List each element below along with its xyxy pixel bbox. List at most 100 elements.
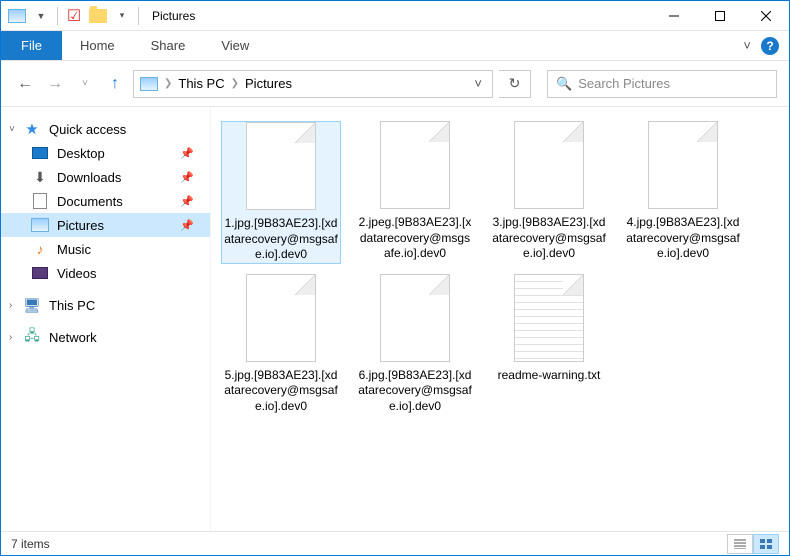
documents-icon [31,192,49,210]
properties-icon[interactable]: ☑ [63,5,85,27]
sidebar-item-desktop[interactable]: Desktop 📌 [1,141,210,165]
details-icon [734,539,746,549]
network-icon: 🖧 [23,328,41,346]
file-icon [514,121,584,209]
new-folder-icon[interactable] [87,5,109,27]
text-file-icon [514,274,584,362]
sidebar-item-pictures[interactable]: Pictures 📌 [1,213,210,237]
sidebar-item-videos[interactable]: Videos [1,261,210,285]
search-icon: 🔍 [556,76,572,92]
file-icon [380,121,450,209]
sidebar-item-label: This PC [49,298,95,313]
title-bar: ▼ ☑ ▾ Pictures [1,1,789,31]
thumbnails-view-button[interactable] [753,534,779,554]
details-view-button[interactable] [727,534,753,554]
file-name: 2.jpeg.[9B83AE23].[xdatarecovery@msgsafe… [355,215,475,262]
file-icon [648,121,718,209]
file-tab[interactable]: File [1,31,62,60]
file-item[interactable]: 1.jpg.[9B83AE23].[xdatarecovery@msgsafe.… [221,121,341,264]
sidebar-item-label: Downloads [57,170,121,185]
sidebar-item-label: Music [57,242,91,257]
status-bar: 7 items [1,531,789,555]
file-name: 4.jpg.[9B83AE23].[xdatarecovery@msgsafe.… [623,215,743,262]
breadcrumb[interactable]: ❯ This PC ❯ Pictures ˅ [133,70,493,98]
chevron-right-icon[interactable]: ❯ [164,78,172,89]
chevron-right-icon[interactable]: › [9,332,12,343]
navigation-pane[interactable]: ˅ ★ Quick access Desktop 📌 ⬇ Downloads 📌… [1,107,211,531]
sidebar-item-downloads[interactable]: ⬇ Downloads 📌 [1,165,210,189]
chevron-right-icon[interactable]: › [9,300,12,311]
file-item[interactable]: 5.jpg.[9B83AE23].[xdatarecovery@msgsafe.… [221,274,341,415]
file-name: 5.jpg.[9B83AE23].[xdatarecovery@msgsafe.… [221,368,341,415]
back-button[interactable]: ← [13,72,37,96]
breadcrumb-segment[interactable]: This PC [178,76,224,91]
search-input[interactable]: 🔍 Search Pictures [547,70,777,98]
tab-view[interactable]: View [203,31,267,60]
downloads-icon: ⬇ [31,168,49,186]
pictures-icon [31,216,49,234]
search-placeholder: Search Pictures [578,76,670,91]
file-item[interactable]: 3.jpg.[9B83AE23].[xdatarecovery@msgsafe.… [489,121,609,264]
maximize-button[interactable] [697,1,743,31]
videos-icon [31,264,49,282]
address-bar: ← → ˅ ↑ ❯ This PC ❯ Pictures ˅ ↻ 🔍 Searc… [1,61,789,107]
chevron-right-icon[interactable]: ❯ [231,78,239,89]
sidebar-item-label: Pictures [57,218,104,233]
ribbon: File Home Share View ˅ ? [1,31,789,61]
sidebar-item-music[interactable]: ♪ Music [1,237,210,261]
file-icon [380,274,450,362]
file-item[interactable]: 2.jpeg.[9B83AE23].[xdatarecovery@msgsafe… [355,121,475,264]
separator [138,7,139,25]
expand-ribbon-icon[interactable]: ˅ [743,38,751,53]
window-controls [651,1,789,31]
sidebar-this-pc[interactable]: › 🖥 This PC [1,293,210,317]
music-icon: ♪ [31,240,49,258]
pin-icon: 📌 [180,147,200,160]
qat-dropdown-icon[interactable]: ▼ [30,5,52,27]
chevron-down-icon[interactable]: ˅ [9,124,15,135]
close-button[interactable] [743,1,789,31]
file-name: readme-warning.txt [496,368,603,384]
file-list[interactable]: 1.jpg.[9B83AE23].[xdatarecovery@msgsafe.… [211,107,789,531]
sidebar-quick-access[interactable]: ˅ ★ Quick access [1,117,210,141]
sidebar-item-label: Videos [57,266,97,281]
file-name: 6.jpg.[9B83AE23].[xdatarecovery@msgsafe.… [355,368,475,415]
file-name: 3.jpg.[9B83AE23].[xdatarecovery@msgsafe.… [489,215,609,262]
sidebar-item-documents[interactable]: Documents 📌 [1,189,210,213]
sidebar-item-label: Network [49,330,97,345]
separator [57,7,58,25]
minimize-button[interactable] [651,1,697,31]
sidebar-item-label: Quick access [49,122,126,137]
file-icon [246,122,316,210]
app-icon[interactable] [6,5,28,27]
help-icon[interactable]: ? [761,37,779,55]
forward-button[interactable]: → [43,72,67,96]
star-icon: ★ [23,120,41,138]
pin-icon: 📌 [180,195,200,208]
quick-access-toolbar: ▼ ☑ ▾ Pictures [1,5,195,27]
sidebar-network[interactable]: › 🖧 Network [1,325,210,349]
computer-icon: 🖥 [23,296,41,314]
minimize-icon [669,11,679,21]
file-item[interactable]: 6.jpg.[9B83AE23].[xdatarecovery@msgsafe.… [355,274,475,415]
recent-dropdown-icon[interactable]: ˅ [73,72,97,96]
file-item[interactable]: 4.jpg.[9B83AE23].[xdatarecovery@msgsafe.… [623,121,743,264]
tab-home[interactable]: Home [62,31,133,60]
sidebar-item-label: Documents [57,194,123,209]
tab-share[interactable]: Share [133,31,204,60]
main-area: ˅ ★ Quick access Desktop 📌 ⬇ Downloads 📌… [1,107,789,531]
pin-icon: 📌 [180,171,200,184]
qat-more-icon[interactable]: ▾ [111,5,133,27]
file-item[interactable]: readme-warning.txt [489,274,609,415]
up-button[interactable]: ↑ [103,72,127,96]
pin-icon: 📌 [180,219,200,232]
desktop-icon [31,144,49,162]
breadcrumb-segment[interactable]: Pictures [245,76,292,91]
file-icon [246,274,316,362]
refresh-button[interactable]: ↻ [499,70,531,98]
location-icon [140,77,158,91]
breadcrumb-dropdown-icon[interactable]: ˅ [470,76,486,91]
item-count: 7 items [11,537,50,551]
window-title: Pictures [152,9,195,23]
file-name: 1.jpg.[9B83AE23].[xdatarecovery@msgsafe.… [222,216,340,263]
